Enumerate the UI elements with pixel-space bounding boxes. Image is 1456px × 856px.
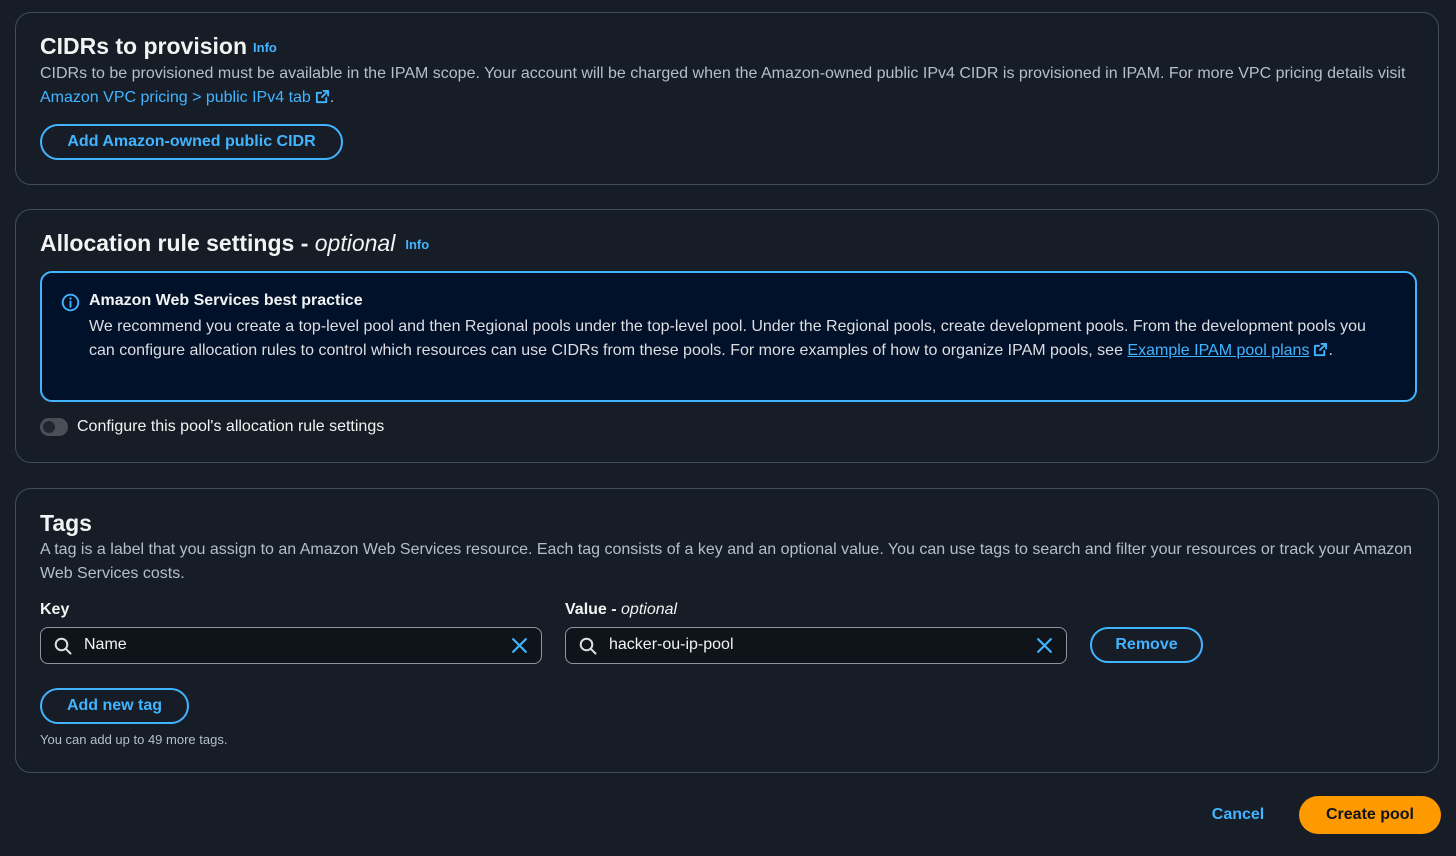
best-practice-alert: Amazon Web Services best practice We rec… <box>40 271 1417 402</box>
toggle-knob <box>43 421 55 433</box>
alert-title: Amazon Web Services best practice <box>89 292 363 309</box>
tags-section-title: Tags <box>40 510 92 536</box>
cidrs-description-text: CIDRs to be provisioned must be availabl… <box>40 65 1406 82</box>
cidrs-section-title: CIDRs to provision <box>40 33 248 59</box>
tag-value-input[interactable]: hacker-ou-ip-pool <box>565 627 1067 664</box>
tags-description: A tag is a label that you assign to an A… <box>40 541 1413 582</box>
alert-body: We recommend you create a top-level pool… <box>89 315 1375 362</box>
allocation-section-optional: optional <box>314 230 396 256</box>
tag-value-value: hacker-ou-ip-pool <box>609 636 734 653</box>
vpc-pricing-link[interactable]: Amazon VPC pricing > public IPv4 tab <box>40 89 330 106</box>
cidrs-to-provision-panel: CIDRs to provision Info CIDRs to be provi… <box>15 12 1439 185</box>
tag-value-label-text: Value - <box>565 601 622 618</box>
alert-body-period: . <box>1328 341 1333 359</box>
cidrs-info-link[interactable]: Info <box>253 40 277 55</box>
example-ipam-link-label: Example IPAM pool plans <box>1127 341 1310 359</box>
tags-panel: Tags A tag is a label that you assign to… <box>15 488 1439 773</box>
cancel-button[interactable]: Cancel <box>1202 797 1274 833</box>
cidrs-description: CIDRs to be provisioned must be availabl… <box>40 62 1420 109</box>
tag-value-label: Value - optional <box>565 601 677 619</box>
info-circle-icon <box>61 293 80 312</box>
external-link-icon <box>315 89 329 103</box>
vpc-pricing-link-label: Amazon VPC pricing > public IPv4 tab <box>40 88 311 106</box>
external-link-icon <box>1314 342 1328 356</box>
tag-key-value: Name <box>84 636 127 653</box>
allocation-section-title: Allocation rule settings - <box>40 230 315 256</box>
example-ipam-pool-plans-link[interactable]: Example IPAM pool plans <box>1127 342 1328 359</box>
clear-icon[interactable] <box>511 637 528 654</box>
tag-key-label: Key <box>40 601 70 618</box>
create-pool-button[interactable]: Create pool <box>1299 796 1441 834</box>
allocation-info-link[interactable]: Info <box>405 237 429 252</box>
cidrs-section-heading: CIDRs to provision Info <box>40 33 277 60</box>
tag-key-input[interactable]: Name <box>40 627 542 664</box>
clear-icon[interactable] <box>1036 637 1053 654</box>
allocation-section-heading: Allocation rule settings - optional Info <box>40 230 429 257</box>
search-icon <box>579 637 597 655</box>
allocation-rule-settings-panel: Allocation rule settings - optional Info … <box>15 209 1439 463</box>
allocation-rule-toggle[interactable] <box>40 418 68 436</box>
tag-value-optional: optional <box>621 601 678 618</box>
remove-tag-button[interactable]: Remove <box>1090 627 1203 663</box>
add-new-tag-button[interactable]: Add new tag <box>40 688 189 724</box>
allocation-toggle-label[interactable]: Configure this pool's allocation rule se… <box>77 418 384 436</box>
search-icon <box>54 637 72 655</box>
cidrs-description-period: . <box>329 88 335 106</box>
tags-limit-hint: You can add up to 49 more tags. <box>40 732 228 747</box>
add-amazon-owned-public-cidr-button[interactable]: Add Amazon-owned public CIDR <box>40 124 343 160</box>
